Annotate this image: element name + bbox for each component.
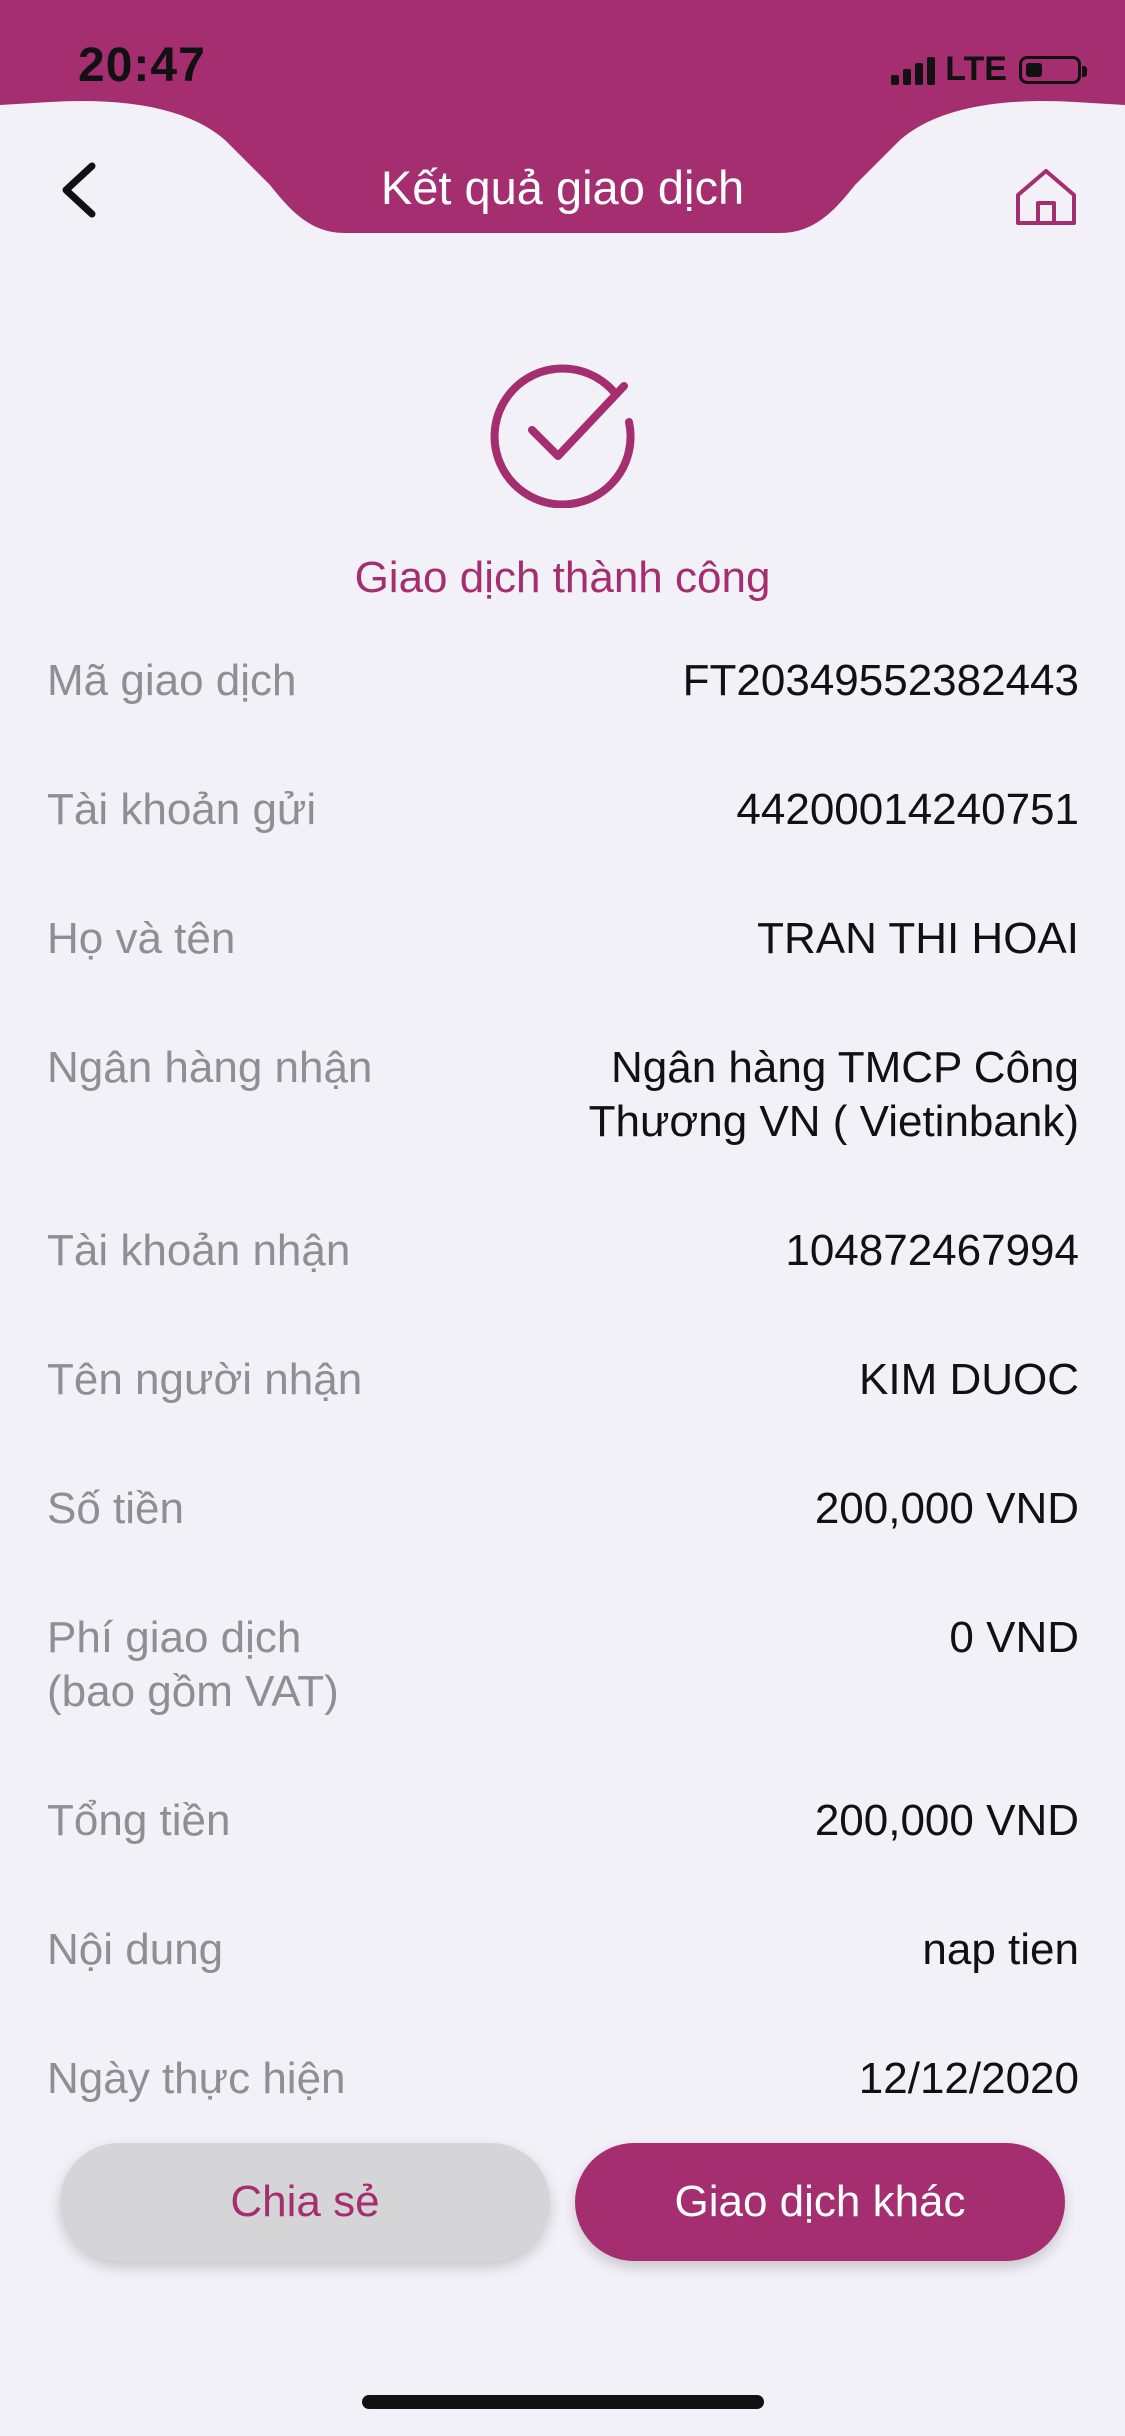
check-circle-icon: [490, 364, 635, 508]
network-label: LTE: [945, 50, 1007, 88]
status-indicators: LTE: [891, 50, 1087, 89]
detail-label: Tài khoản nhận: [47, 1226, 351, 1275]
home-indicator[interactable]: [362, 2395, 764, 2409]
detail-label: Ngân hàng nhận: [47, 1043, 373, 1092]
page-title: Kết quả giao dịch: [380, 161, 745, 214]
detail-value: FT20349552382443: [682, 656, 1079, 705]
detail-value: TRAN THI HOAI: [757, 914, 1079, 963]
signal-icon: [891, 55, 936, 85]
detail-value: nap tien: [922, 1925, 1079, 1974]
detail-value: 200,000 VND: [814, 1484, 1079, 1533]
detail-label: Ngày thực hiện: [47, 2054, 346, 2103]
detail-label: Tổng tiền: [47, 1796, 231, 1845]
share-button[interactable]: Chia sẻ: [60, 2143, 550, 2261]
detail-value: 104872467994: [785, 1226, 1079, 1275]
detail-value: 200,000 VND: [814, 1796, 1079, 1845]
detail-value: 0 VND: [949, 1613, 1079, 1662]
battery-icon: [1019, 55, 1087, 84]
detail-label: Mã giao dịch: [47, 656, 297, 705]
home-icon: [1016, 169, 1076, 225]
home-button[interactable]: [1014, 165, 1078, 229]
detail-label: Phí giao dịch (bao gồm VAT): [47, 1613, 339, 1716]
detail-value: 44200014240751: [736, 785, 1079, 834]
detail-label: Số tiền: [47, 1484, 184, 1533]
status-time: 20:47: [78, 39, 206, 92]
detail-label: Tên người nhận: [47, 1355, 363, 1404]
success-message: Giao dịch thành công: [354, 553, 771, 602]
new-transaction-button[interactable]: Giao dịch khác: [575, 2143, 1065, 2261]
detail-label: Họ và tên: [47, 914, 236, 963]
detail-label: Nội dung: [47, 1925, 224, 1974]
detail-label: Tài khoản gửi: [47, 785, 317, 834]
detail-value: KIM DUOC: [859, 1355, 1079, 1404]
detail-value: 12/12/2020: [858, 2054, 1079, 2103]
detail-value: Ngân hàng TMCP Công Thương VN ( Vietinba…: [588, 1043, 1079, 1146]
